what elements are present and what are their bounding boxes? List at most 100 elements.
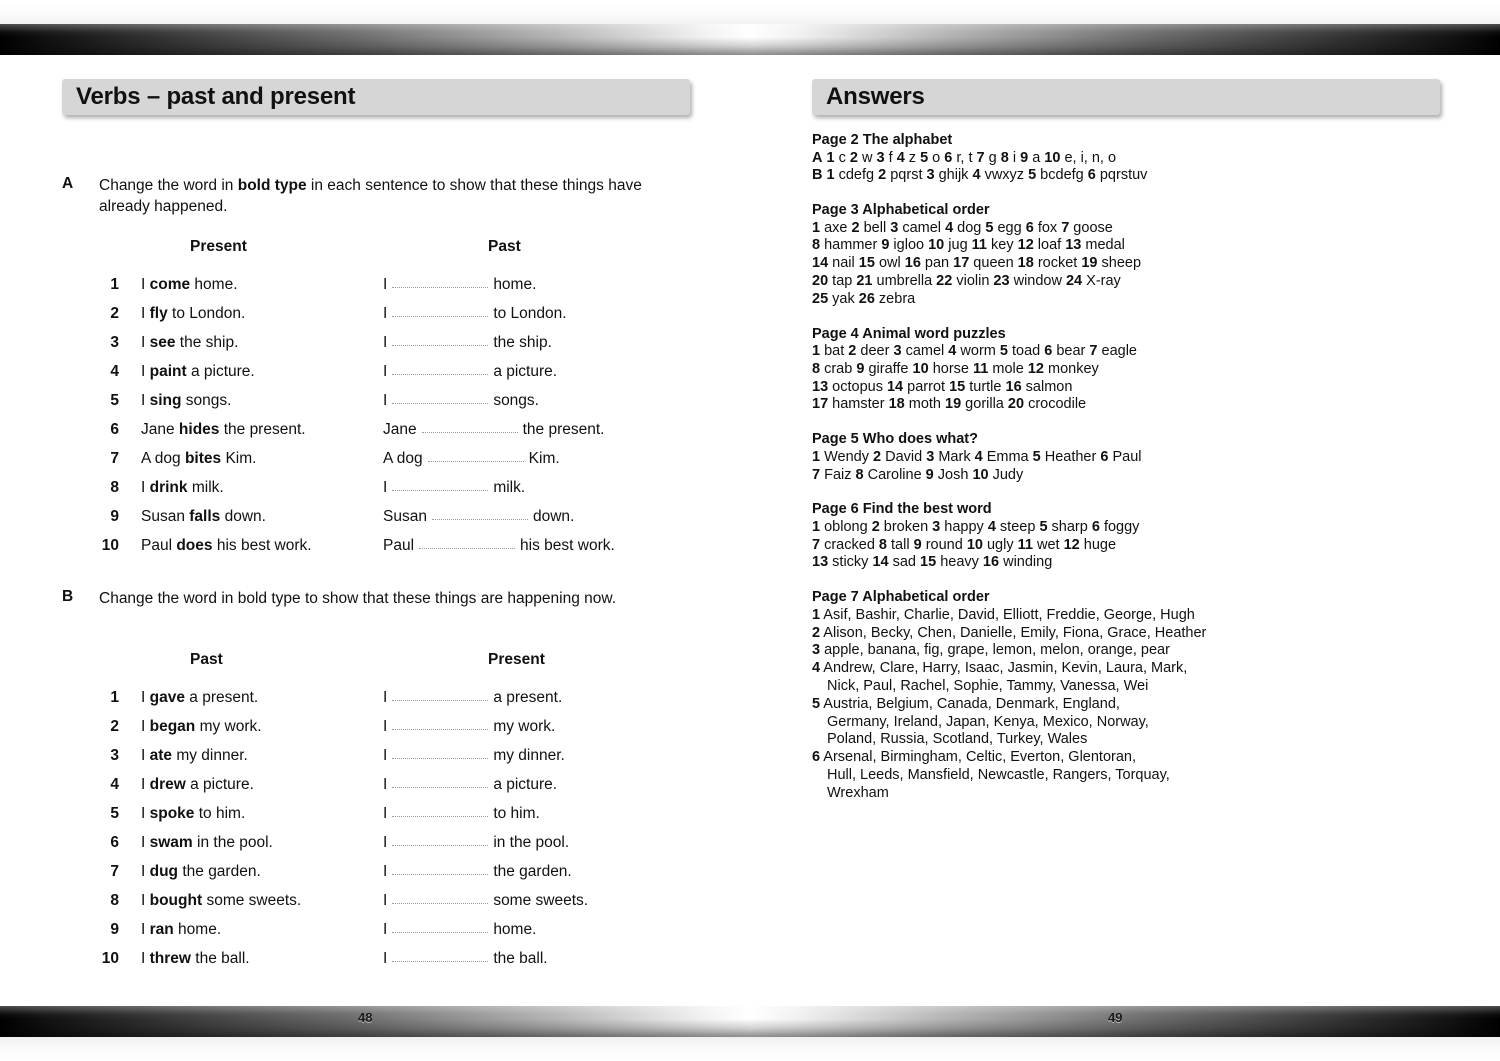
answer-blank-line[interactable]	[392, 362, 489, 375]
sentence-suffix: his best work.	[212, 537, 312, 554]
sentence-suffix: a present.	[184, 689, 259, 706]
answer-line: 1 oblong 2 broken 3 happy 4 steep 5 shar…	[812, 519, 1452, 537]
answer-blank-line[interactable]	[392, 688, 489, 701]
sentence-target-verb: swam	[149, 834, 193, 851]
row-source-sentence: I dug the garden.	[141, 857, 261, 886]
answer-blank-line[interactable]	[392, 891, 489, 904]
answer-prefix: I	[383, 479, 388, 496]
sentence-prefix: I	[141, 392, 150, 409]
answer-item-number: 8	[812, 237, 821, 254]
exercise-row: 6 Jane hides the present. Jane the present.	[0, 415, 750, 444]
answer-item-text: camel	[898, 219, 946, 236]
answer-item-text: Asif, Bashir, Charlie, David, Elliott, F…	[820, 606, 1195, 623]
sentence-prefix: I	[141, 747, 150, 764]
row-source-sentence: I ate my dinner.	[141, 741, 248, 770]
answer-item-number: 5	[812, 695, 821, 712]
sentence-target-verb: dug	[149, 863, 179, 880]
answer-item-number: 7	[812, 536, 821, 553]
sentence-target-verb: hides	[178, 421, 220, 438]
answer-item-text: tall	[887, 536, 914, 553]
answer-item-number: 23	[993, 272, 1010, 289]
answer-blank-line[interactable]	[392, 717, 489, 730]
answer-item-text: octopus	[828, 378, 887, 395]
answer-line: 20 tap 21 umbrella 22 violin 23 window 2…	[812, 273, 1452, 291]
exercise-row: 7A dog bites Kim. A dog Kim.	[0, 444, 750, 473]
answer-item-number: 25	[812, 290, 829, 307]
answer-prefix: I	[383, 921, 388, 938]
row-number: 1	[110, 689, 119, 706]
answer-blank-line[interactable]	[392, 478, 489, 491]
answer-item-text: parrot	[903, 378, 950, 395]
answer-block: Page 5 Who does what? 1 Wendy 2 David 3 M…	[812, 430, 1452, 484]
sentence-target-verb: sing	[149, 392, 182, 409]
exercise-row: 1I come home. Ihome.	[0, 270, 750, 299]
answer-blank-line[interactable]	[392, 862, 489, 875]
row-answer-sentence: Imilk.	[383, 473, 525, 502]
answer-item-number: 6	[1091, 518, 1100, 535]
answer-item-text: cracked	[820, 536, 879, 553]
answer-blank-line[interactable]	[427, 449, 524, 462]
answer-block: Page 7 Alphabetical order 1 Asif, Bashir,…	[812, 588, 1452, 802]
answer-prefix: Paul	[383, 537, 415, 554]
answer-suffix: the present.	[522, 421, 605, 438]
answer-blank-line[interactable]	[392, 304, 489, 317]
answer-item-text: apple, banana, fig, grape, lemon, melon,…	[820, 642, 1170, 659]
answer-suffix: a present.	[493, 689, 563, 706]
answer-blank-line[interactable]	[392, 746, 489, 759]
row-number: 10	[101, 537, 119, 554]
answer-item-number: 1	[826, 149, 835, 166]
answer-item-text: happy	[940, 518, 988, 535]
answer-blank-line[interactable]	[392, 833, 489, 846]
answer-block: Page 4 Animal word puzzles 1 bat 2 deer 3…	[812, 325, 1452, 415]
answer-item-text: bat	[820, 343, 849, 360]
answer-item-text: Poland, Russia, Scotland, Turkey, Wales	[827, 731, 1088, 748]
answer-item-number: 8	[812, 360, 821, 377]
answer-line: 14 nail 15 owl 16 pan 17 queen 18 rocket…	[812, 255, 1452, 273]
answer-item-number: 15	[858, 255, 875, 272]
answer-item-text: violin	[952, 272, 994, 289]
answer-line: Hull, Leeds, Mansfield, Newcastle, Range…	[812, 767, 1452, 785]
answer-item-text: c	[834, 149, 850, 166]
worksheet-page-left: Verbs – past and present A Change the wo…	[0, 55, 750, 1000]
sentence-suffix: in the pool.	[192, 834, 273, 851]
answer-blank-line[interactable]	[419, 536, 516, 549]
answer-prefix: I	[383, 305, 388, 322]
answer-blank-line[interactable]	[392, 920, 489, 933]
answer-item-text: sticky	[828, 554, 873, 571]
answer-item-number: 3	[876, 149, 885, 166]
answer-item-number: 17	[953, 255, 970, 272]
answer-suffix: my work.	[493, 718, 556, 735]
page-number-left: 48	[358, 1010, 373, 1025]
answer-blank-line[interactable]	[392, 333, 489, 346]
answer-item-text: r, t	[952, 149, 977, 166]
answer-item-number: 10	[972, 466, 989, 483]
answer-blank-line[interactable]	[392, 275, 489, 288]
answer-blank-line[interactable]	[392, 804, 489, 817]
sentence-prefix: A dog	[141, 450, 185, 467]
answer-line: 5 Austria, Belgium, Canada, Denmark, Eng…	[812, 696, 1452, 714]
answer-blank-line[interactable]	[421, 420, 518, 433]
sentence-prefix: Paul	[141, 537, 177, 554]
answer-item-text: bear	[1052, 343, 1090, 360]
answer-suffix: down.	[532, 508, 575, 525]
answer-item-text: deer	[856, 343, 894, 360]
answer-blank-line[interactable]	[392, 775, 489, 788]
sentence-target-verb: bites	[184, 450, 222, 467]
answer-item-text: oblong	[820, 518, 872, 535]
sentence-suffix: my dinner.	[172, 747, 248, 764]
answer-blank-line[interactable]	[392, 949, 489, 962]
answer-blank-line[interactable]	[392, 391, 489, 404]
answers-title: Answers	[826, 83, 925, 110]
page-number-right: 49	[1108, 1010, 1123, 1025]
row-source-sentence: I began my work.	[141, 712, 262, 741]
answers-title-banner: Answers	[812, 79, 1440, 115]
row-number: 8	[110, 892, 119, 909]
answer-item-number: 14	[812, 255, 829, 272]
row-source-sentence: A dog bites Kim.	[141, 444, 256, 473]
answer-blank-line[interactable]	[431, 507, 528, 520]
answer-prefix: I	[383, 718, 388, 735]
answer-item-text: Emma	[982, 448, 1033, 465]
answer-item-text: e, i, n, o	[1060, 149, 1117, 166]
exercise-b-column-headers: Past Present	[0, 651, 750, 675]
answer-item-text: medal	[1081, 237, 1125, 254]
